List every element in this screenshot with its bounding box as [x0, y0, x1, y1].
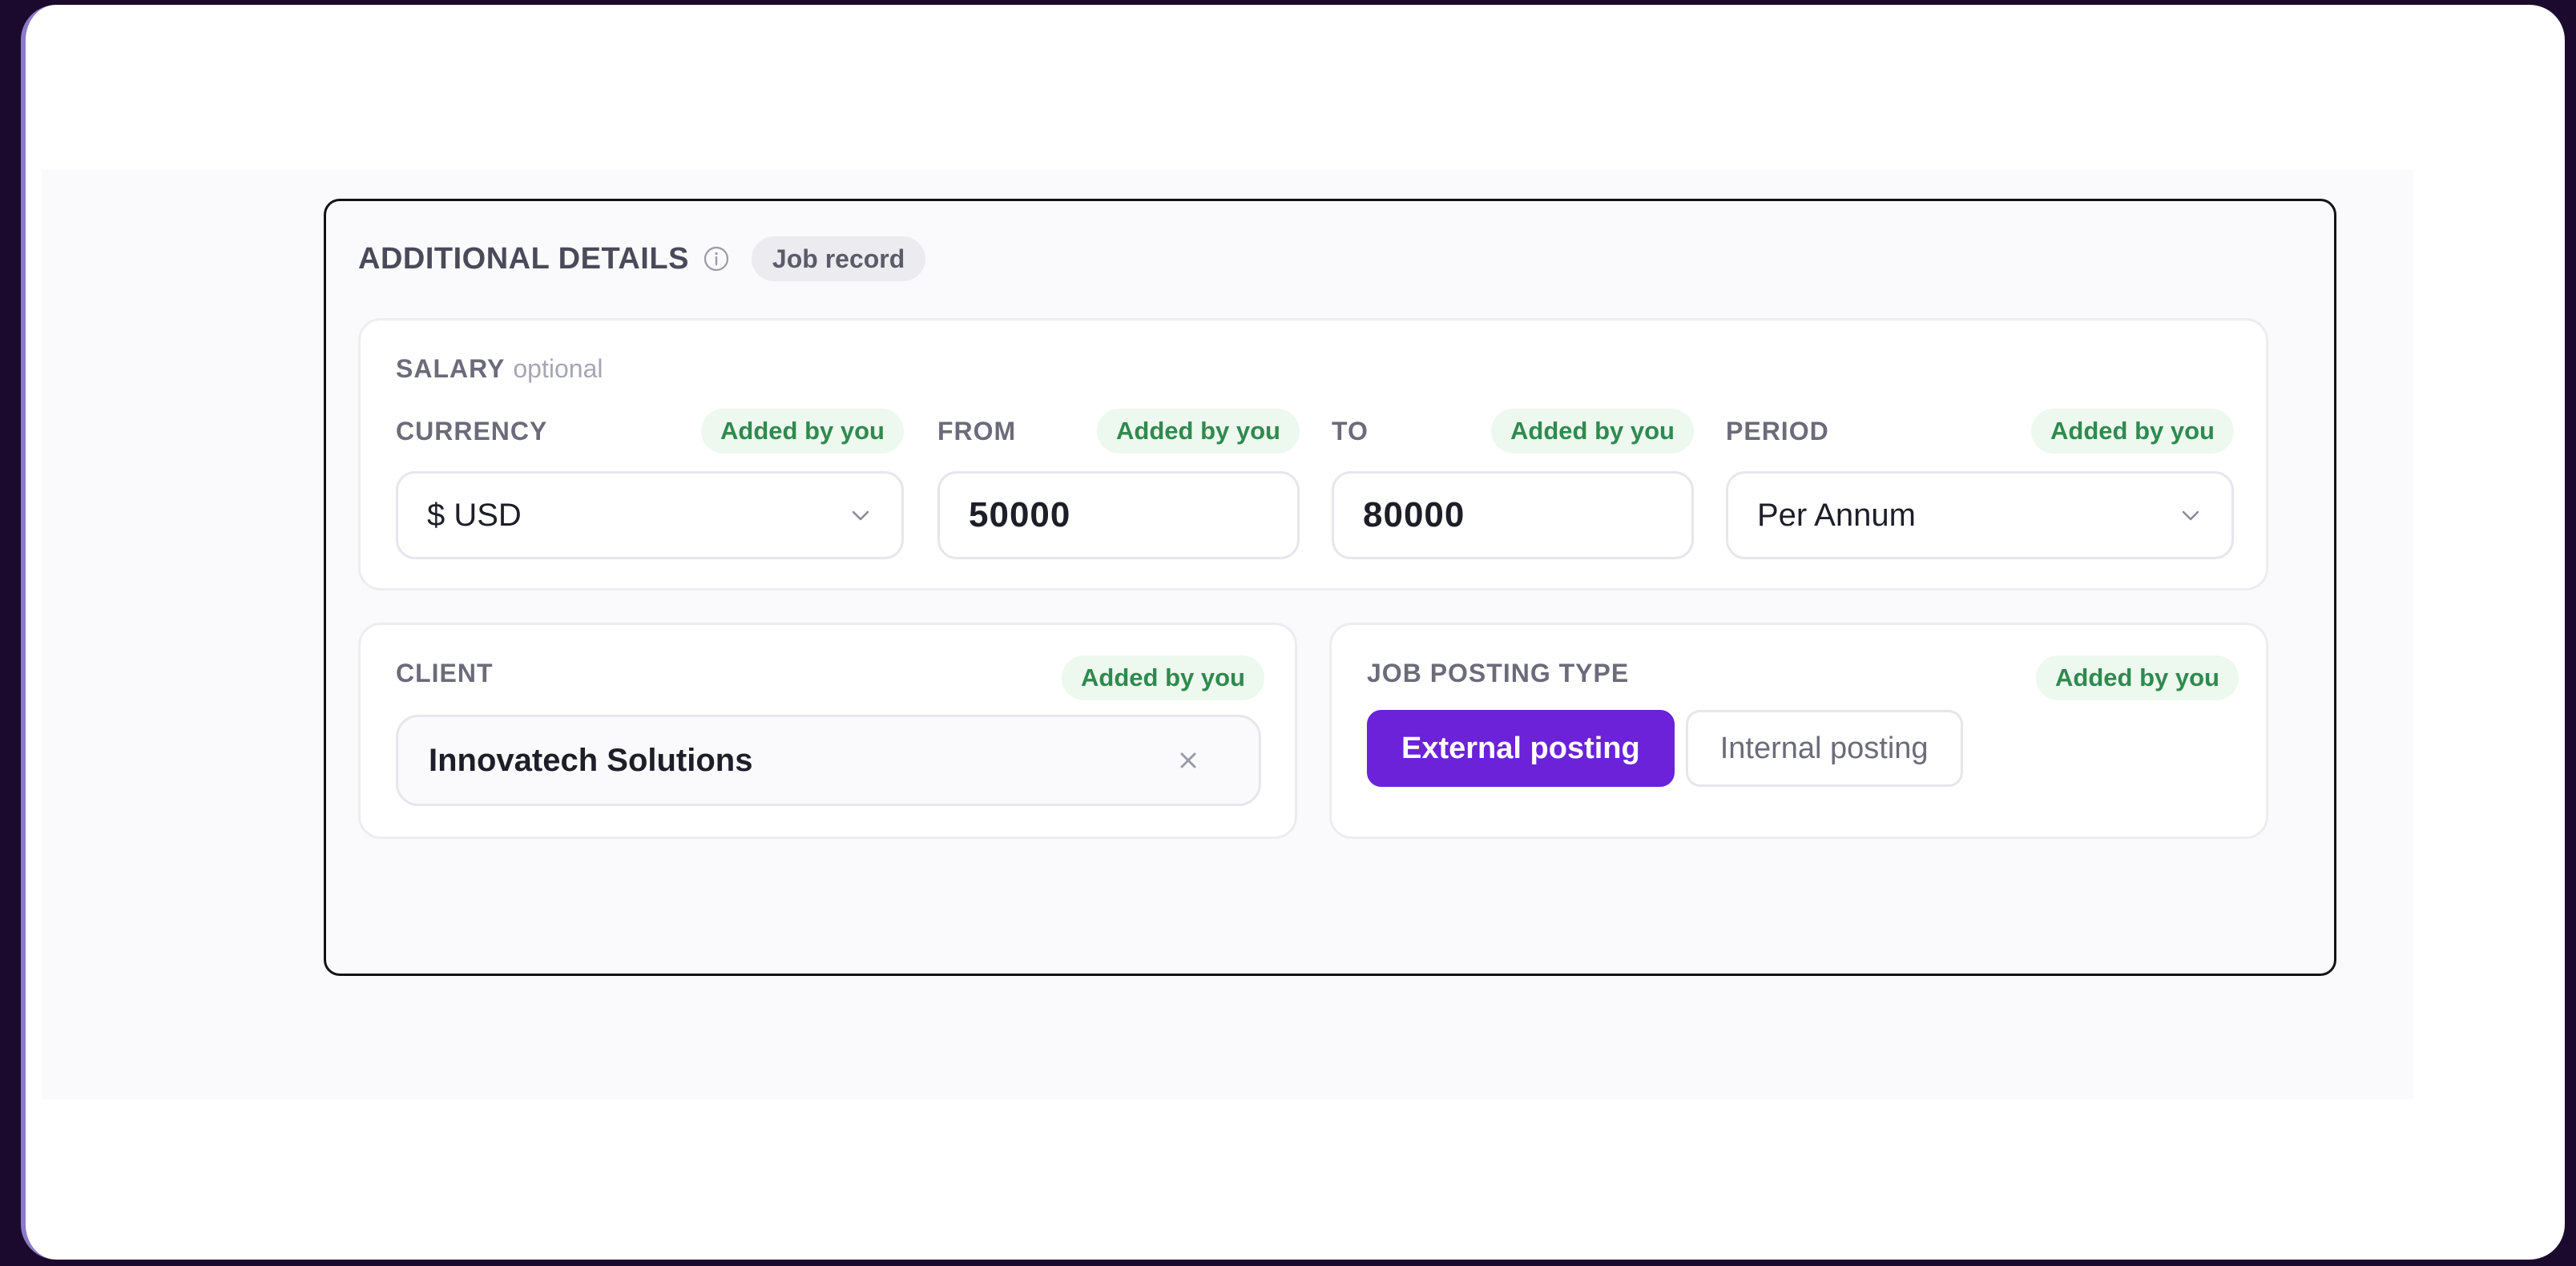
period-value: Per Annum [1757, 497, 1916, 533]
from-label: FROM [937, 417, 1017, 446]
salary-optional-label: optional [513, 354, 603, 383]
window-frame: ADDITIONAL DETAILS Job record SALARY opti… [21, 5, 2565, 1260]
client-added-badge: Added by you [1062, 655, 1264, 700]
period-label: PERIOD [1726, 417, 1829, 446]
to-label: TO [1332, 417, 1369, 446]
content-canvas: ADDITIONAL DETAILS Job record SALARY opti… [42, 170, 2413, 1099]
job-posting-type-panel: JOB POSTING TYPE Added by you External p… [1329, 623, 2268, 839]
currency-field: CURRENCY Added by you $ USD [396, 409, 904, 559]
client-label: CLIENT [396, 659, 494, 687]
info-icon[interactable] [703, 246, 729, 272]
salary-title: SALARY optional [396, 354, 603, 384]
job-posting-type-label: JOB POSTING TYPE [1367, 659, 1630, 687]
client-panel: CLIENT Added by you Innovatech Solutions [358, 623, 1297, 839]
internal-posting-button[interactable]: Internal posting [1685, 710, 1963, 787]
currency-value: $ USD [427, 497, 522, 533]
job-record-chip: Job record [751, 236, 926, 281]
currency-added-badge: Added by you [701, 409, 904, 454]
from-added-badge: Added by you [1097, 409, 1300, 454]
to-value: 80000 [1363, 495, 1465, 534]
card-title: ADDITIONAL DETAILS [358, 241, 689, 276]
chevron-down-icon [849, 503, 873, 527]
from-input[interactable]: 50000 [937, 471, 1300, 559]
to-field-head: TO Added by you [1332, 409, 1694, 457]
period-field: PERIOD Added by you Per Annum [1726, 409, 2234, 559]
salary-title-text: SALARY [396, 354, 506, 383]
chevron-down-icon [2179, 503, 2203, 527]
currency-select[interactable]: $ USD [396, 471, 904, 559]
period-field-head: PERIOD Added by you [1726, 409, 2234, 457]
to-field: TO Added by you 80000 [1332, 409, 1694, 559]
currency-field-head: CURRENCY Added by you [396, 409, 904, 457]
job-posting-added-badge: Added by you [2036, 655, 2239, 700]
from-value: 50000 [969, 495, 1071, 534]
salary-panel: SALARY optional CURRENCY Added by you $ U… [358, 318, 2268, 591]
from-field: FROM Added by you 50000 [937, 409, 1300, 559]
period-select[interactable]: Per Annum [1726, 471, 2234, 559]
to-added-badge: Added by you [1491, 409, 1694, 454]
external-posting-button[interactable]: External posting [1367, 710, 1675, 787]
job-posting-toggle-group: External posting Internal posting [1367, 710, 1963, 787]
card-header: ADDITIONAL DETAILS Job record [358, 235, 926, 283]
to-input[interactable]: 80000 [1332, 471, 1694, 559]
additional-details-card: ADDITIONAL DETAILS Job record SALARY opti… [324, 199, 2336, 976]
close-icon[interactable] [1177, 749, 1199, 772]
period-added-badge: Added by you [2031, 409, 2234, 454]
currency-label: CURRENCY [396, 417, 548, 446]
client-value: Innovatech Solutions [429, 742, 753, 778]
client-input[interactable]: Innovatech Solutions [396, 715, 1261, 806]
from-field-head: FROM Added by you [937, 409, 1300, 457]
